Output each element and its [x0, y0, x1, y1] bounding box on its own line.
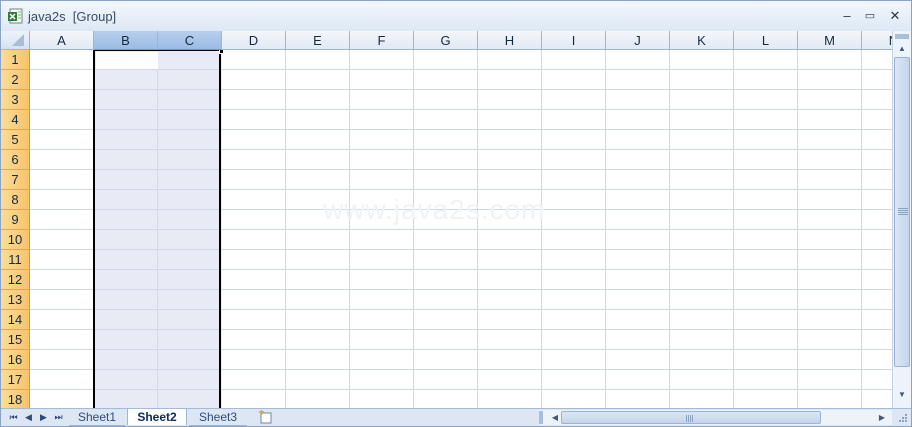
row-header-6[interactable]: 6 [1, 150, 30, 170]
row-header-10[interactable]: 10 [1, 230, 30, 250]
row-header-11[interactable]: 11 [1, 250, 30, 270]
worksheet-grid[interactable]: www.java2s.com ABCDEFGHIJKLMN 1234567891… [1, 31, 892, 408]
row-header-16[interactable]: 16 [1, 350, 30, 370]
row-header-1[interactable]: 1 [1, 50, 30, 70]
sheet-tab-bar: ⏮ ◀ ▶ ⏭ Sheet1 Sheet2 Sheet3 ◀ ▶ [1, 408, 911, 426]
watermark-text: www.java2s.com [323, 194, 546, 225]
column-header-h[interactable]: H [478, 31, 542, 50]
vertical-scrollbar[interactable]: ▲ ▼ [892, 31, 911, 408]
close-button[interactable]: ✕ [885, 7, 905, 25]
tab-split-handle[interactable] [539, 411, 543, 424]
column-header-a[interactable]: A [30, 31, 94, 50]
row-header-15[interactable]: 15 [1, 330, 30, 350]
row-header-9[interactable]: 9 [1, 210, 30, 230]
column-header-n[interactable]: N [862, 31, 892, 50]
column-header-e[interactable]: E [286, 31, 350, 50]
workbook-window: java2s [Group] – ▭ ✕ www.java2s.com ABCD… [0, 0, 912, 427]
row-header-14[interactable]: 14 [1, 310, 30, 330]
maximize-button[interactable]: ▭ [860, 7, 880, 25]
select-all-button[interactable] [1, 31, 30, 50]
row-header-4[interactable]: 4 [1, 110, 30, 130]
row-header-8[interactable]: 8 [1, 190, 30, 210]
column-header-i[interactable]: I [542, 31, 606, 50]
insert-worksheet-icon[interactable] [258, 410, 273, 424]
column-header-b[interactable]: B [94, 31, 158, 50]
scroll-up-icon[interactable]: ▲ [894, 41, 910, 57]
row-header-2[interactable]: 2 [1, 70, 30, 90]
column-header-j[interactable]: J [606, 31, 670, 50]
minimize-button[interactable]: – [837, 7, 857, 25]
previous-sheet-icon[interactable]: ◀ [23, 411, 34, 423]
row-header-3[interactable]: 3 [1, 90, 30, 110]
row-header-17[interactable]: 17 [1, 370, 30, 390]
column-header-f[interactable]: F [350, 31, 414, 50]
horizontal-scrollbar[interactable]: ◀ ▶ [539, 410, 892, 425]
scroll-down-icon[interactable]: ▼ [894, 387, 910, 403]
row-header-18[interactable]: 18 [1, 390, 30, 408]
column-header-l[interactable]: L [734, 31, 798, 50]
scroll-right-icon[interactable]: ▶ [874, 410, 890, 425]
row-header-7[interactable]: 7 [1, 170, 30, 190]
row-header-5[interactable]: 5 [1, 130, 30, 150]
tab-sheet1[interactable]: Sheet1 [69, 409, 125, 426]
column-header-m[interactable]: M [798, 31, 862, 50]
column-header-k[interactable]: K [670, 31, 734, 50]
row-header-13[interactable]: 13 [1, 290, 30, 310]
row-header-12[interactable]: 12 [1, 270, 30, 290]
column-header-d[interactable]: D [222, 31, 286, 50]
split-handle[interactable] [895, 34, 909, 39]
next-sheet-icon[interactable]: ▶ [38, 411, 49, 423]
column-header-c[interactable]: C [158, 31, 222, 50]
horizontal-scroll-thumb[interactable] [561, 411, 821, 424]
vertical-scroll-thumb[interactable] [894, 57, 910, 367]
title-bar[interactable]: java2s [Group] – ▭ ✕ [1, 1, 911, 31]
selection-border [93, 49, 221, 408]
tab-sheet3[interactable]: Sheet3 [189, 409, 247, 426]
last-sheet-icon[interactable]: ⏭ [53, 411, 64, 423]
tab-sheet2[interactable]: Sheet2 [127, 409, 187, 425]
column-header-g[interactable]: G [414, 31, 478, 50]
window-title: java2s [Group] [28, 9, 117, 24]
resize-grip-icon[interactable] [896, 411, 908, 423]
first-sheet-icon[interactable]: ⏮ [8, 411, 19, 423]
excel-workbook-icon [8, 8, 23, 24]
